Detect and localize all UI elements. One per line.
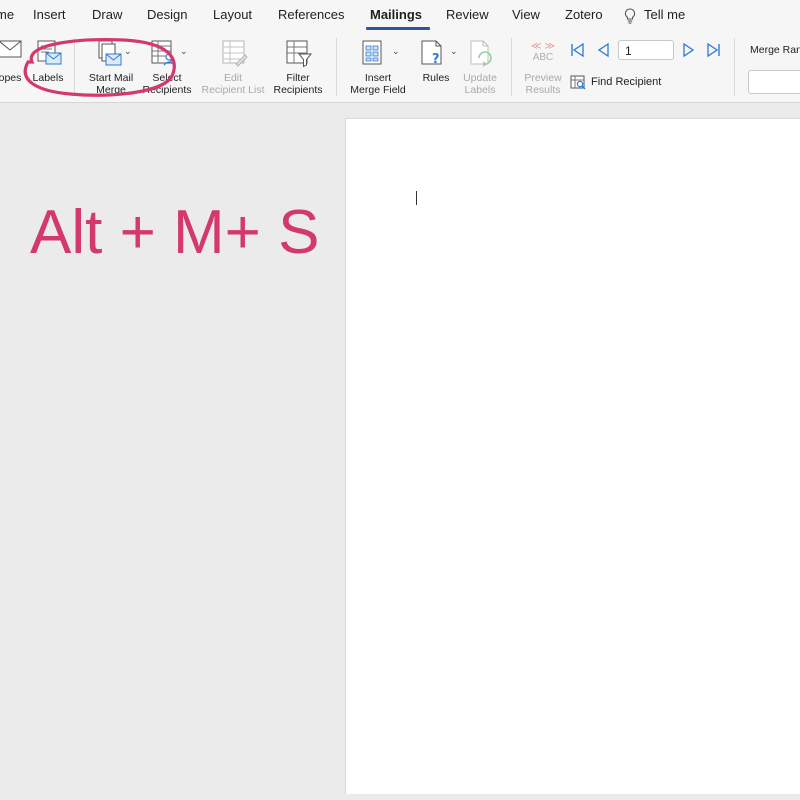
ribbon-separator [336,38,337,96]
chevron-down-icon: ⌄ [392,46,400,56]
chevron-down-icon: ⌄ [124,46,132,56]
tab-references[interactable]: References [278,7,344,22]
tab-zotero[interactable]: Zotero [565,7,603,22]
document-page[interactable] [345,118,800,794]
first-record-icon[interactable] [569,42,585,63]
tab-insert[interactable]: Insert [33,7,66,22]
insert-merge-field-button[interactable]: ⌄ Insert Merge Field [346,32,410,102]
ribbon-tab-bar: me Insert Draw Design Layout References … [0,0,800,32]
filter-icon [283,38,313,73]
start-mail-merge-label: Start Mail Merge [88,72,134,96]
preview-results-button[interactable]: ≪ ≫ ABC Preview Results [518,32,568,102]
select-recipients-button[interactable]: ⌄ Select Recipients [140,32,194,102]
envelopes-button[interactable]: opes [0,32,28,102]
preview-abc-label: ABC [532,52,554,63]
merge-range-input[interactable] [748,70,800,94]
find-recipient-label: Find Recipient [591,76,662,88]
active-tab-indicator [366,27,430,30]
mailings-ribbon: opes Labels ⌄ Start Mail Merge ⌄ Select … [0,32,800,103]
mail-merge-icon [93,38,123,73]
edit-recipient-list-button[interactable]: Edit Recipient List [198,32,268,102]
labels-label: Labels [32,72,64,84]
tab-draw[interactable]: Draw [92,7,122,22]
filter-recipients-button[interactable]: Filter Recipients [270,32,326,102]
tab-home[interactable]: me [0,7,14,22]
lightbulb-icon [624,8,636,29]
edit-recipient-list-label: Edit Recipient List [201,72,265,96]
next-record-icon[interactable] [682,42,696,63]
find-recipient-icon [570,75,586,93]
select-recipients-label: Select Recipients [142,72,192,96]
merge-range-label: Merge Ran [750,44,800,56]
labels-button[interactable]: Labels [28,32,68,102]
labels-icon [33,38,63,73]
update-labels-button[interactable]: Update Labels [458,32,502,102]
svg-text:?: ? [432,52,440,67]
tab-view[interactable]: View [512,7,540,22]
rules-icon: ? [417,38,447,73]
tab-layout[interactable]: Layout [213,7,252,22]
update-labels-label: Update Labels [463,72,497,96]
svg-text:≪ ≫: ≪ ≫ [531,41,555,52]
tab-design[interactable]: Design [147,7,187,22]
filter-recipients-label: Filter Recipients [273,72,323,96]
tab-mailings[interactable]: Mailings [370,7,422,22]
select-recipients-icon [147,38,177,73]
ribbon-separator [74,38,75,96]
start-mail-merge-button[interactable]: ⌄ Start Mail Merge [84,32,138,102]
envelope-icon [0,38,22,65]
rules-button[interactable]: ? ⌄ Rules [414,32,458,102]
insert-merge-field-label: Insert Merge Field [350,72,406,96]
text-cursor [416,191,417,205]
tell-me-search[interactable]: Tell me [644,7,685,22]
rules-label: Rules [422,72,450,84]
update-labels-icon [465,38,495,73]
ribbon-separator [734,38,735,96]
record-number-input[interactable]: 1 [618,40,674,60]
chevron-down-icon: ⌄ [450,46,458,56]
keyboard-shortcut-overlay: Alt + M+ S [30,198,320,267]
chevron-down-icon: ⌄ [180,46,188,56]
edit-list-icon [218,38,248,73]
merge-field-icon [357,38,387,73]
preview-results-label: Preview Results [524,72,562,96]
envelopes-label: opes [0,72,22,84]
tab-review[interactable]: Review [446,7,489,22]
previous-record-icon[interactable] [596,42,610,63]
ribbon-separator [511,38,512,96]
last-record-icon[interactable] [706,42,722,63]
